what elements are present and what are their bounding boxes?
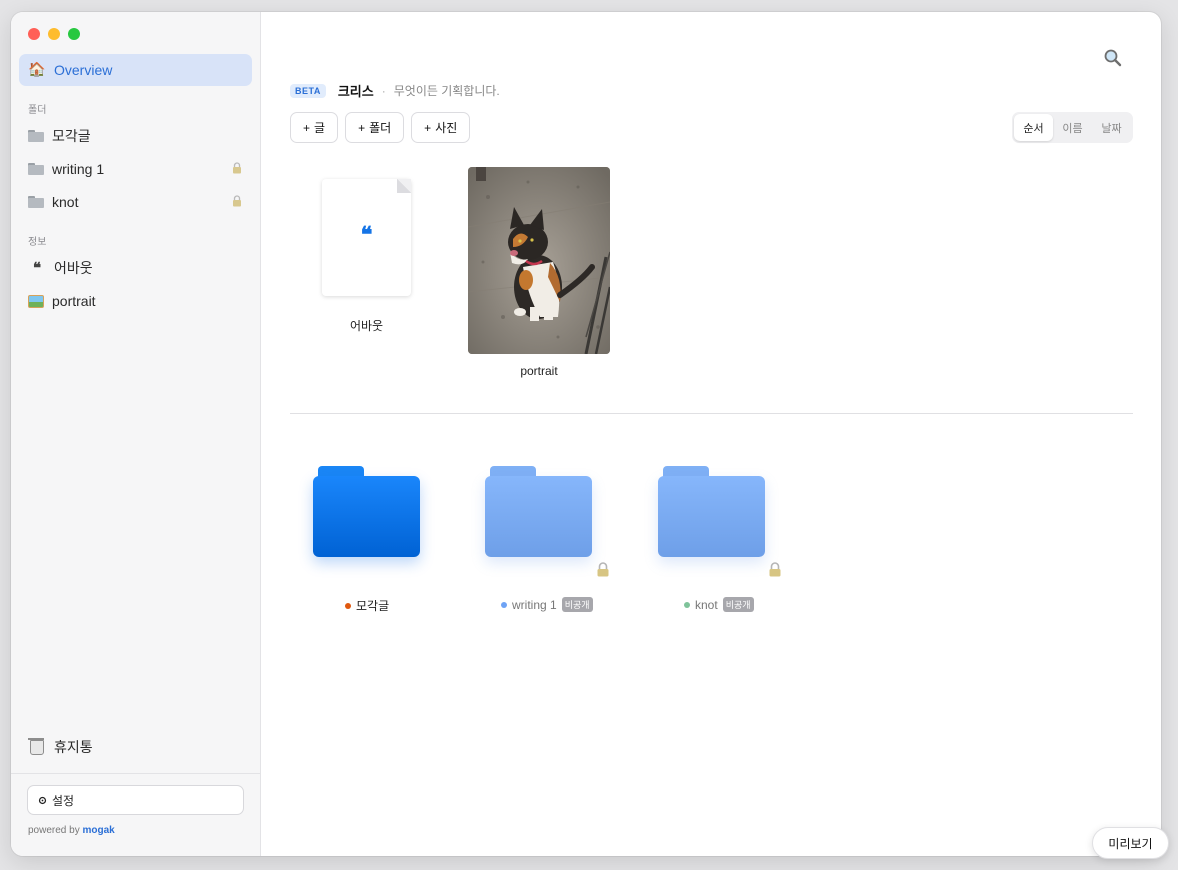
sidebar-item-portrait[interactable]: portrait xyxy=(19,286,252,316)
window-controls xyxy=(28,28,80,40)
page-fold xyxy=(397,179,411,193)
folder-icon xyxy=(485,476,592,557)
sort-option-name[interactable]: 이름 xyxy=(1053,114,1092,141)
preview-button[interactable]: 미리보기 xyxy=(1092,827,1169,859)
sidebar-item-label: writing 1 xyxy=(52,161,105,177)
brand-link[interactable]: mogak xyxy=(82,825,114,836)
sidebar-item-label: 모각글 xyxy=(52,128,91,144)
gear-icon xyxy=(38,796,47,804)
add-folder-button[interactable]: + 폴더 xyxy=(345,112,405,143)
site-title: 크리스 xyxy=(337,84,374,99)
about-document-card[interactable]: ❝ xyxy=(322,179,411,296)
info-heading: 정보 xyxy=(28,237,47,248)
settings-label: 설정 xyxy=(52,793,75,808)
add-post-label: 글 xyxy=(314,121,326,135)
minimize-window-button[interactable] xyxy=(48,28,60,40)
about-caption: 어바웃 xyxy=(349,319,384,333)
zoom-window-button[interactable] xyxy=(68,28,80,40)
folder-name: writing 1 xyxy=(512,597,557,612)
plus-icon: + xyxy=(303,120,311,135)
folders-heading: 폴더 xyxy=(28,105,47,116)
action-toolbar: + 글 + 폴더 + 사진 xyxy=(290,112,471,143)
close-window-button[interactable] xyxy=(28,28,40,40)
sort-segmented-control: 순서 이름 날짜 xyxy=(1012,112,1133,143)
add-folder-label: 폴더 xyxy=(369,121,392,135)
folder-icon xyxy=(28,196,44,208)
site-tagline: 무엇이든 기획합니다. xyxy=(393,84,500,98)
sidebar-item-label: portrait xyxy=(52,293,96,309)
title-separator: · xyxy=(381,83,386,98)
plus-icon: + xyxy=(358,120,366,135)
sidebar-item-folder-writing1[interactable]: writing 1 xyxy=(19,154,252,184)
private-badge: 비공개 xyxy=(722,597,754,612)
site-header: BETA 크리스 · 무엇이든 기획합니다. xyxy=(290,81,500,100)
folder-writing1[interactable] xyxy=(485,466,592,557)
add-post-button[interactable]: + 글 xyxy=(290,112,339,143)
portrait-photo[interactable] xyxy=(468,167,610,354)
folder-color-dot xyxy=(684,601,690,608)
sidebar-item-overview[interactable]: 🏠 Overview xyxy=(19,54,252,86)
lock-icon xyxy=(233,162,241,174)
folder-name: 모각글 xyxy=(356,599,390,613)
sidebar-item-trash[interactable]: 휴지통 xyxy=(19,732,252,762)
main-content: BETA 크리스 · 무엇이든 기획합니다. + 글 + 폴더 + 사진 순서 … xyxy=(262,12,1161,856)
quote-icon: ❝ xyxy=(360,222,373,248)
add-photo-label: 사진 xyxy=(435,121,458,135)
sidebar: 🏠 Overview 폴더 모각글 writing 1 knot 정보 ❝ 어바… xyxy=(11,12,261,856)
folder-icon xyxy=(313,476,420,557)
sort-option-date[interactable]: 날짜 xyxy=(1092,114,1131,141)
sidebar-item-folder-knot[interactable]: knot xyxy=(19,187,252,217)
quote-icon: ❝ xyxy=(32,259,42,277)
folder-icon xyxy=(28,163,44,175)
portrait-caption: portrait xyxy=(520,364,558,378)
lock-icon xyxy=(233,195,241,207)
trash-icon xyxy=(28,737,44,755)
folder-label-writing1[interactable]: writing 1 비공개 xyxy=(501,597,593,612)
cat-photo-image xyxy=(468,167,610,354)
folder-color-dot xyxy=(501,601,507,608)
sidebar-item-folder-mogakgeul[interactable]: 모각글 xyxy=(19,121,252,151)
folder-color-dot xyxy=(345,602,351,609)
folder-label-knot[interactable]: knot 비공개 xyxy=(684,597,754,612)
sidebar-item-label: 어바웃 xyxy=(54,260,93,276)
section-divider xyxy=(290,413,1133,414)
search-icon[interactable] xyxy=(1102,47,1124,69)
folder-mogakgeul[interactable] xyxy=(313,466,420,557)
folder-name: knot xyxy=(695,597,718,612)
folder-label-mogakgeul[interactable]: 모각글 xyxy=(345,597,389,614)
app-window: 🏠 Overview 폴더 모각글 writing 1 knot 정보 ❝ 어바… xyxy=(11,12,1161,856)
sidebar-divider xyxy=(11,773,261,774)
settings-button[interactable]: 설정 xyxy=(27,785,244,815)
sidebar-item-label: knot xyxy=(52,194,79,210)
picture-icon xyxy=(28,294,44,308)
sort-option-order[interactable]: 순서 xyxy=(1014,114,1053,141)
sidebar-item-about[interactable]: ❝ 어바웃 xyxy=(19,253,252,283)
sidebar-item-label: 휴지통 xyxy=(54,739,93,755)
folder-icon xyxy=(658,476,765,557)
folder-knot[interactable] xyxy=(658,466,765,557)
add-photo-button[interactable]: + 사진 xyxy=(411,112,471,143)
folder-icon xyxy=(28,130,44,142)
powered-by: powered by mogak xyxy=(28,825,115,836)
house-icon: 🏠 xyxy=(28,62,46,78)
plus-icon: + xyxy=(424,120,432,135)
sidebar-item-label: Overview xyxy=(54,62,113,78)
lock-icon xyxy=(597,562,609,577)
lock-icon xyxy=(769,562,781,577)
powered-by-prefix: powered by xyxy=(28,825,80,836)
private-badge: 비공개 xyxy=(561,597,593,612)
beta-badge: BETA xyxy=(290,83,326,98)
